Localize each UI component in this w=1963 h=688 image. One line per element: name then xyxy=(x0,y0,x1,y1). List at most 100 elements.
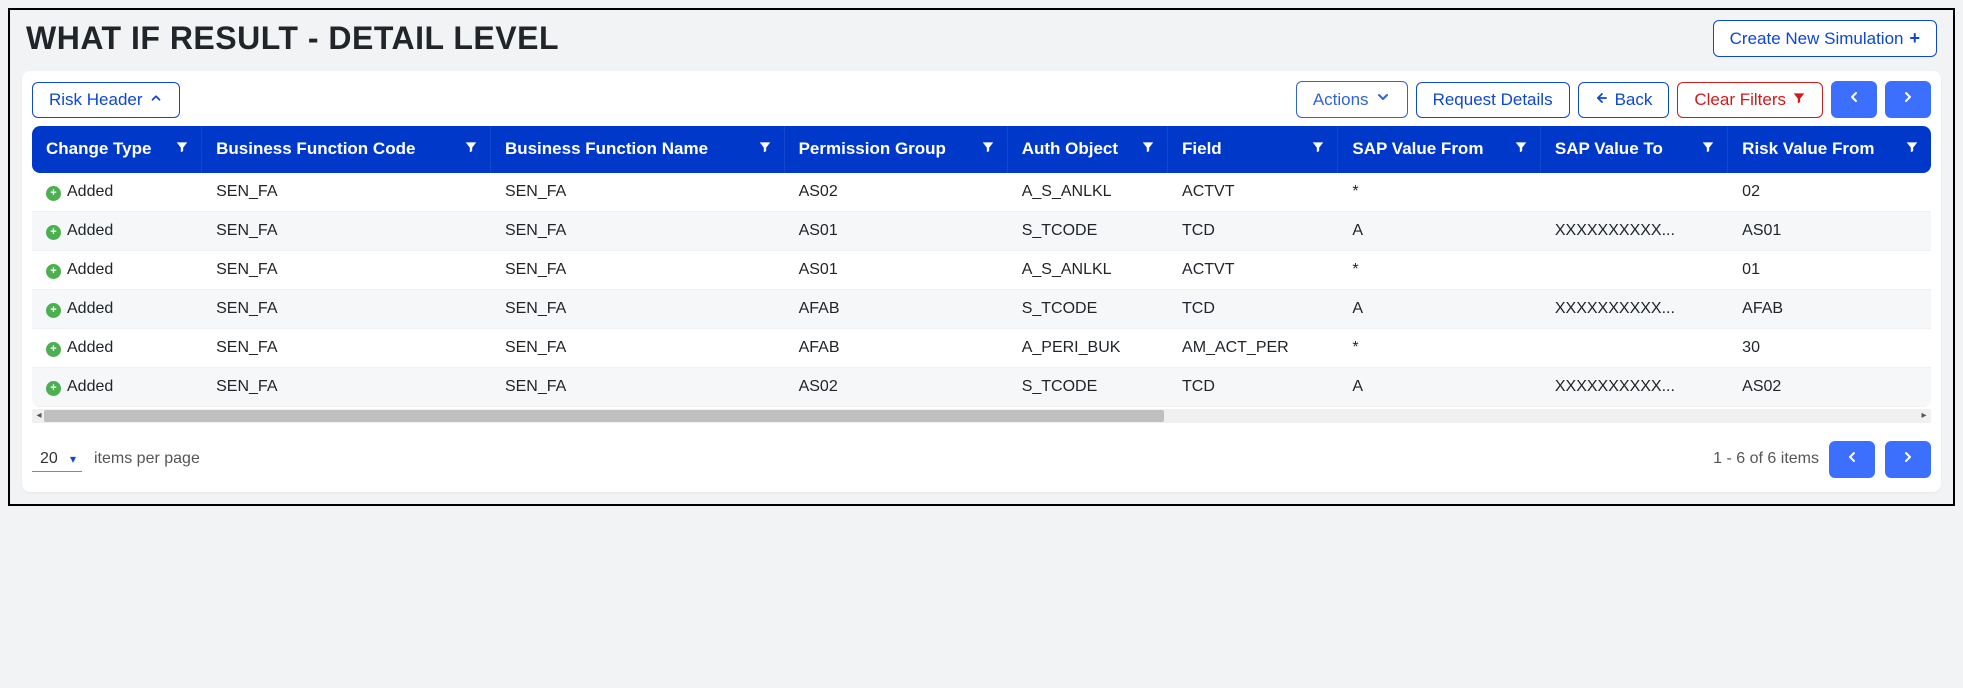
back-button[interactable]: Back xyxy=(1578,82,1670,118)
table-cell: 01 xyxy=(1728,251,1931,290)
actions-button[interactable]: Actions xyxy=(1296,81,1408,118)
table-cell: XXXXXXXXXX... xyxy=(1541,368,1728,407)
added-icon: + xyxy=(46,381,61,396)
table-cell: A xyxy=(1338,290,1540,329)
next-page-button[interactable] xyxy=(1885,81,1931,118)
request-details-label: Request Details xyxy=(1433,90,1553,110)
chevron-down-icon xyxy=(1375,89,1391,110)
table-cell: +Added xyxy=(32,173,202,212)
column-header-label: SAP Value From xyxy=(1352,139,1483,158)
items-range-label: 1 - 6 of 6 items xyxy=(1713,450,1819,468)
table-cell: SEN_FA xyxy=(202,251,491,290)
table-cell: SEN_FA xyxy=(491,251,785,290)
column-header-label: Permission Group xyxy=(799,139,946,158)
data-table-wrap[interactable]: Change Type Business Function Code Busines… xyxy=(32,126,1931,407)
column-header-label: Change Type xyxy=(46,139,151,158)
filter-icon[interactable] xyxy=(1905,140,1919,159)
scroll-right-arrow-icon[interactable]: ▸ xyxy=(1917,409,1931,423)
footer-prev-page-button[interactable] xyxy=(1829,441,1875,478)
filter-icon[interactable] xyxy=(758,140,772,159)
table-cell: AS01 xyxy=(785,212,1008,251)
data-table: Change Type Business Function Code Busines… xyxy=(32,126,1931,407)
table-cell: +Added xyxy=(32,251,202,290)
horizontal-scrollbar[interactable]: ◂ ▸ xyxy=(32,409,1931,423)
added-icon: + xyxy=(46,225,61,240)
prev-page-button[interactable] xyxy=(1831,81,1877,118)
table-row[interactable]: +AddedSEN_FASEN_FAAS02S_TCODETCDAXXXXXXX… xyxy=(32,368,1931,407)
table-cell: SEN_FA xyxy=(202,329,491,368)
arrow-left-icon xyxy=(1595,90,1609,110)
table-cell: A_PERI_BUK xyxy=(1008,329,1168,368)
table-cell xyxy=(1541,329,1728,368)
table-cell: SEN_FA xyxy=(491,368,785,407)
column-header-label: Business Function Name xyxy=(505,139,708,158)
added-icon: + xyxy=(46,186,61,201)
filter-icon[interactable] xyxy=(981,140,995,159)
filter-icon[interactable] xyxy=(1701,140,1715,159)
column-header[interactable]: Business Function Code xyxy=(202,126,491,173)
column-header[interactable]: Field xyxy=(1168,126,1338,173)
table-row[interactable]: +AddedSEN_FASEN_FAAS01A_S_ANLKLACTVT*01 xyxy=(32,251,1931,290)
column-header[interactable]: Auth Object xyxy=(1008,126,1168,173)
table-row[interactable]: +AddedSEN_FASEN_FAAS02A_S_ANLKLACTVT*02 xyxy=(32,173,1931,212)
column-header[interactable]: SAP Value From xyxy=(1338,126,1540,173)
column-header[interactable]: Risk Value From xyxy=(1728,126,1931,173)
table-cell: * xyxy=(1338,329,1540,368)
actions-label: Actions xyxy=(1313,90,1369,110)
table-cell: * xyxy=(1338,251,1540,290)
filter-icon[interactable] xyxy=(175,140,189,159)
table-cell: SEN_FA xyxy=(202,368,491,407)
create-new-simulation-button[interactable]: Create New Simulation + xyxy=(1713,20,1937,57)
change-type-label: Added xyxy=(67,378,113,395)
table-cell: A xyxy=(1338,368,1540,407)
back-label: Back xyxy=(1615,90,1653,110)
added-icon: + xyxy=(46,342,61,357)
items-per-page-label: items per page xyxy=(94,450,200,468)
table-cell: A_S_ANLKL xyxy=(1008,173,1168,212)
change-type-label: Added xyxy=(67,222,113,239)
column-header-label: Risk Value From xyxy=(1742,139,1874,158)
table-cell: AS02 xyxy=(1728,368,1931,407)
table-cell: XXXXXXXXXX... xyxy=(1541,212,1728,251)
table-row[interactable]: +AddedSEN_FASEN_FAAFABA_PERI_BUKAM_ACT_P… xyxy=(32,329,1931,368)
column-header[interactable]: SAP Value To xyxy=(1541,126,1728,173)
risk-header-button[interactable]: Risk Header xyxy=(32,82,180,118)
chevron-up-icon xyxy=(149,90,163,110)
table-cell: SEN_FA xyxy=(202,173,491,212)
table-cell: A xyxy=(1338,212,1540,251)
change-type-label: Added xyxy=(67,339,113,356)
table-cell: AM_ACT_PER xyxy=(1168,329,1338,368)
column-header-label: Business Function Code xyxy=(216,139,415,158)
table-cell: AS01 xyxy=(1728,212,1931,251)
filter-icon[interactable] xyxy=(1311,140,1325,159)
table-row[interactable]: +AddedSEN_FASEN_FAAFABS_TCODETCDAXXXXXXX… xyxy=(32,290,1931,329)
table-cell: AS02 xyxy=(785,173,1008,212)
table-cell: AS02 xyxy=(785,368,1008,407)
funnel-icon xyxy=(1792,90,1806,110)
risk-header-label: Risk Header xyxy=(49,90,143,110)
footer-next-page-button[interactable] xyxy=(1885,441,1931,478)
column-header[interactable]: Business Function Name xyxy=(491,126,785,173)
table-cell: SEN_FA xyxy=(491,329,785,368)
scrollbar-thumb[interactable] xyxy=(44,410,1164,422)
filter-icon[interactable] xyxy=(1141,140,1155,159)
change-type-label: Added xyxy=(67,300,113,317)
request-details-button[interactable]: Request Details xyxy=(1416,82,1570,118)
table-row[interactable]: +AddedSEN_FASEN_FAAS01S_TCODETCDAXXXXXXX… xyxy=(32,212,1931,251)
plus-icon: + xyxy=(1909,28,1920,49)
table-cell xyxy=(1541,173,1728,212)
table-cell xyxy=(1541,251,1728,290)
clear-filters-button[interactable]: Clear Filters xyxy=(1677,82,1823,118)
column-header[interactable]: Change Type xyxy=(32,126,202,173)
page-size-select[interactable]: 20 xyxy=(32,446,82,472)
table-cell: + Added xyxy=(32,212,202,251)
filter-icon[interactable] xyxy=(464,140,478,159)
table-cell: AFAB xyxy=(1728,290,1931,329)
table-cell: ACTVT xyxy=(1168,173,1338,212)
column-header[interactable]: Permission Group xyxy=(785,126,1008,173)
filter-icon[interactable] xyxy=(1514,140,1528,159)
table-cell: A_S_ANLKL xyxy=(1008,251,1168,290)
change-type-label: Added xyxy=(67,261,113,278)
table-cell: TCD xyxy=(1168,212,1338,251)
table-cell: S_TCODE xyxy=(1008,368,1168,407)
